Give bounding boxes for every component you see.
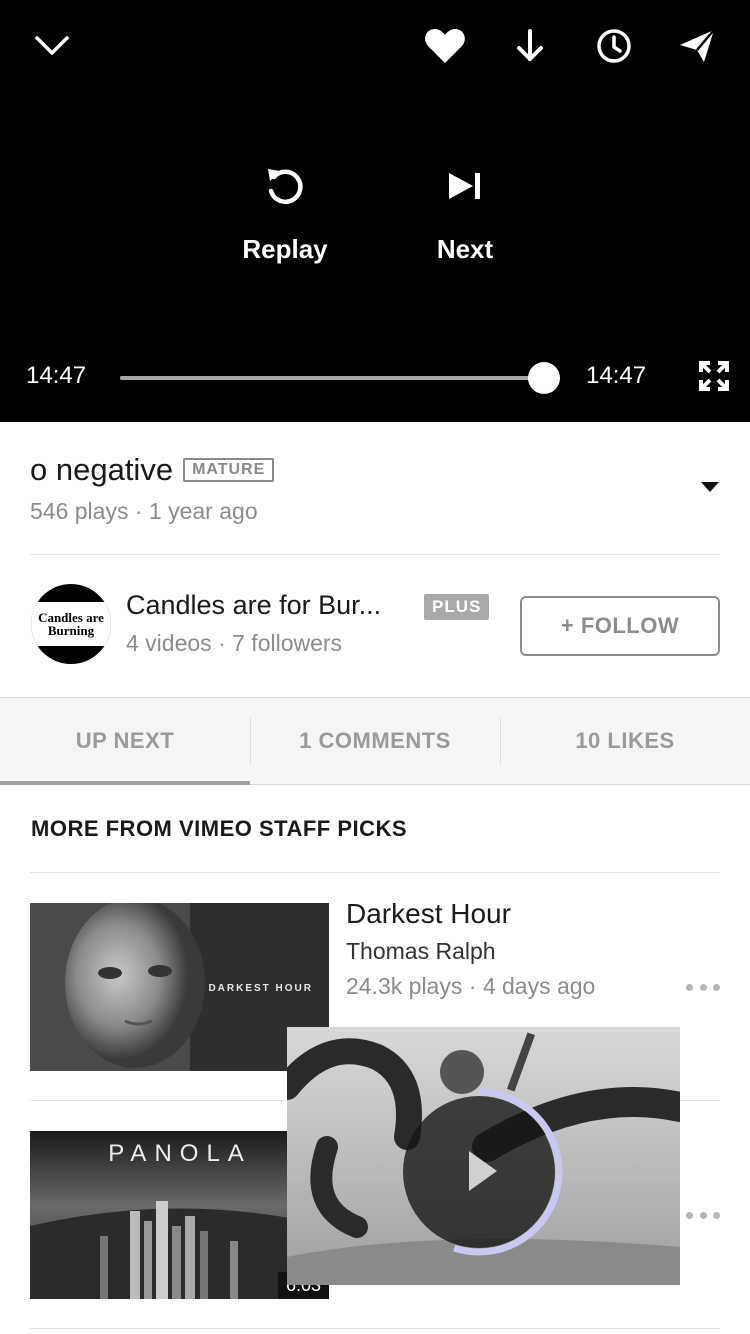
item-title[interactable]: Darkest Hour [346,898,511,930]
thumbnail-caption: PANOLA [108,1140,252,1167]
video-title: o negative [30,452,174,487]
thumbnail-caption: DARKEST HOUR [208,983,313,994]
replay-label: Replay [242,234,328,264]
divider [30,872,720,873]
mature-badge: MATURE [183,458,275,482]
item-author[interactable]: Thomas Ralph [346,938,496,965]
video-age: 1 year ago [148,498,258,524]
channel-stats: 4 videos · 7 followers [126,630,343,656]
tab-likes[interactable]: 10 LIKES [500,698,750,784]
more-options-icon[interactable] [686,980,720,994]
tab-bar: UP NEXT 1 COMMENTS 10 LIKES [0,697,750,785]
replay-button[interactable]: Replay [215,162,355,265]
channel-name[interactable]: Candles are for Bur... [126,590,381,621]
item-age: 4 days ago [482,973,596,999]
video-thumbnail[interactable]: PANOLA 6:03 [30,1131,329,1299]
play-icon[interactable] [467,1149,499,1198]
skip-next-icon [395,162,535,210]
next-label: Next [436,234,494,264]
channel-followers: 7 followers [232,630,343,656]
tab-comments[interactable]: 1 COMMENTS [250,698,500,784]
total-time: 14:47 [586,362,647,389]
video-player[interactable]: Replay Next 14:47 14:47 [0,0,750,422]
seek-bar-fill [120,376,544,380]
item-plays: 24.3k plays [346,973,463,999]
avatar-logo: Candles are Burning [31,602,111,646]
send-icon[interactable] [675,24,719,68]
video-plays: 546 plays [30,498,129,524]
active-tab-indicator [0,781,250,785]
chevron-down-icon[interactable] [30,24,74,68]
video-title-row: o negative MATURE [30,452,275,488]
more-options-icon[interactable] [686,1208,720,1222]
next-video-preview[interactable] [287,1027,680,1285]
section-title: MORE FROM VIMEO STAFF PICKS [31,816,408,841]
video-thumbnail[interactable]: DARKEST HOUR 5 [30,903,329,1071]
seek-thumb[interactable] [528,362,560,394]
divider [30,554,720,555]
clock-icon[interactable] [592,24,636,68]
avatar-text-line2: Burning [47,623,95,638]
channel-videos: 4 videos [126,630,212,656]
video-stats: 546 plays · 1 year ago [30,498,258,524]
avatar[interactable]: Candles are Burning [31,584,111,664]
divider [30,1328,720,1329]
caret-down-icon[interactable] [700,480,720,494]
item-stats: 24.3k plays · 4 days ago [346,973,596,999]
next-button[interactable]: Next [395,162,535,265]
current-time: 14:47 [26,362,87,389]
replay-icon [215,162,355,210]
download-icon[interactable] [508,24,552,68]
follow-button[interactable]: + FOLLOW [520,596,720,656]
heart-icon[interactable] [423,24,467,68]
seek-bar[interactable] [120,362,560,394]
tab-up-next[interactable]: UP NEXT [0,698,250,784]
plus-badge: PLUS [424,594,490,620]
fullscreen-icon[interactable] [692,354,736,398]
